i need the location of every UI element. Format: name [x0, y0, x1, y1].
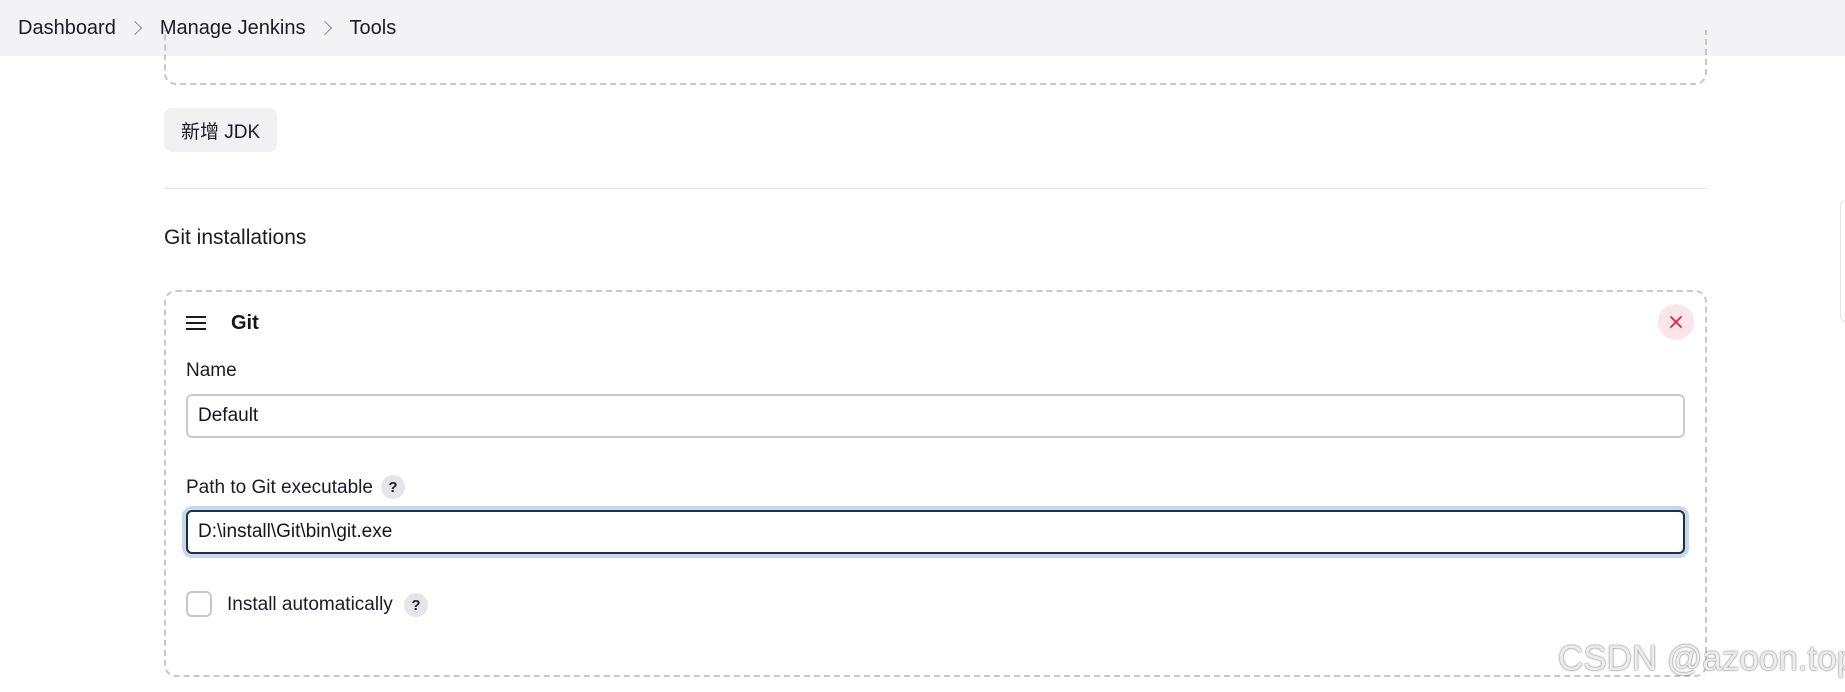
- watermark: CSDN @azoon.top: [1558, 639, 1845, 678]
- install-automatically-checkbox[interactable]: [186, 591, 212, 617]
- side-panel-edge: [1840, 200, 1845, 322]
- name-input[interactable]: [186, 394, 1685, 438]
- install-automatically-label[interactable]: Install automatically: [227, 594, 393, 616]
- jdk-installation-box: [164, 30, 1707, 85]
- chevron-right-icon: [127, 20, 142, 36]
- name-label: Name: [186, 360, 237, 381]
- path-input[interactable]: [186, 510, 1685, 554]
- git-installations-title: Git installations: [164, 226, 307, 249]
- path-label: Path to Git executable: [186, 477, 373, 498]
- section-divider: [164, 188, 1707, 189]
- delete-installation-button[interactable]: [1658, 304, 1694, 340]
- help-icon[interactable]: ?: [381, 475, 405, 499]
- git-installation-title: Git: [231, 312, 259, 334]
- breadcrumb-dashboard[interactable]: Dashboard: [18, 17, 116, 40]
- help-icon[interactable]: ?: [404, 593, 428, 617]
- add-jdk-button[interactable]: 新增 JDK: [164, 108, 278, 152]
- close-icon: [1670, 316, 1682, 328]
- drag-handle-icon[interactable]: [186, 316, 206, 330]
